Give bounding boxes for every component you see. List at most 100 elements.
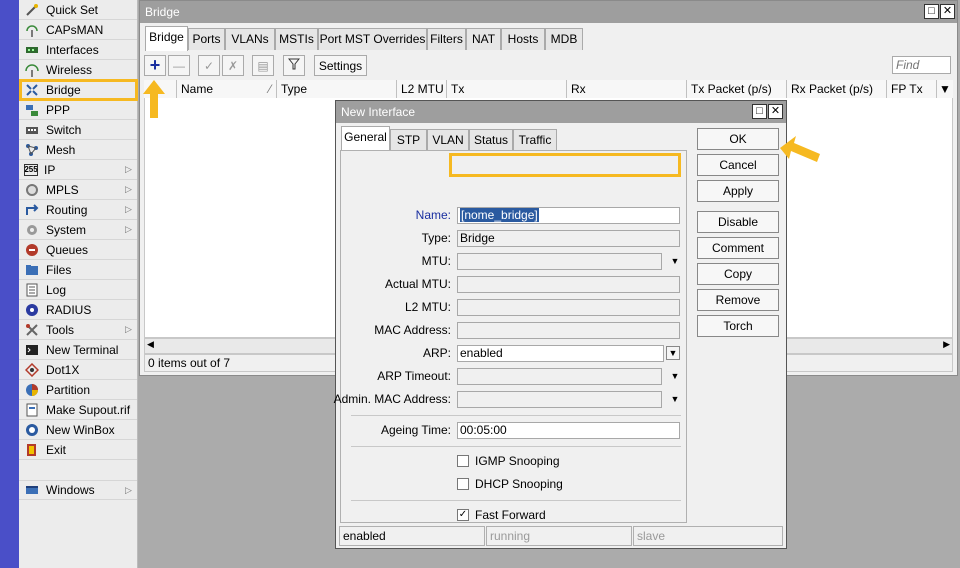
tab-status[interactable]: Status (469, 129, 513, 150)
apply-button[interactable]: Apply (697, 180, 779, 202)
add-button[interactable]: + (144, 55, 166, 76)
ok-button[interactable]: OK (697, 128, 779, 150)
arp-dropdown-icon[interactable]: ▼ (666, 346, 680, 360)
sidebar-item-mesh[interactable]: Mesh (19, 140, 137, 160)
mtu-input[interactable] (457, 253, 662, 270)
sidebar-item-radius[interactable]: RADIUS (19, 300, 137, 320)
tab-vlan[interactable]: VLAN (427, 129, 469, 150)
fast-forward-row[interactable]: ✓ Fast Forward (457, 508, 546, 522)
sidebar-item-label: PPP (46, 102, 71, 117)
column-type[interactable]: Type (277, 80, 397, 98)
close-button[interactable]: ✕ (940, 4, 955, 19)
sidebar-item-partition[interactable]: Partition (19, 380, 137, 400)
tab-general[interactable]: General (341, 126, 390, 150)
cancel-button[interactable]: Cancel (697, 154, 779, 176)
torch-button[interactable]: Torch (697, 315, 779, 337)
minus-icon: — (173, 58, 185, 73)
sidebar-item-files[interactable]: Files (19, 260, 137, 280)
remove-button[interactable]: — (168, 55, 190, 76)
separator (351, 500, 681, 501)
ageing-time-input[interactable]: 00:05:00 (457, 422, 680, 439)
maximize-button[interactable]: □ (924, 4, 939, 19)
comment-button[interactable]: Comment (697, 237, 779, 259)
sidebar-item-interfaces[interactable]: Interfaces (19, 40, 137, 60)
arp-select[interactable]: enabled (457, 345, 664, 362)
fast-forward-checkbox[interactable]: ✓ (457, 509, 469, 521)
sidebar-item-ppp[interactable]: PPP (19, 100, 137, 120)
tab-bridge[interactable]: Bridge (145, 26, 188, 51)
disable-button[interactable]: Disable (697, 211, 779, 233)
sidebar-item-windows[interactable]: Windows ▷ (19, 480, 137, 500)
column-l2-mtu[interactable]: L2 MTU (397, 80, 447, 98)
dhcp-snooping-checkbox[interactable] (457, 478, 469, 490)
sidebar-item-switch[interactable]: Switch (19, 120, 137, 140)
sidebar-item-tools[interactable]: Tools ▷ (19, 320, 137, 340)
find-input[interactable] (892, 56, 951, 74)
sidebar-item-bridge[interactable]: Bridge (19, 80, 137, 100)
sidebar-item-exit[interactable]: Exit (19, 440, 137, 460)
column-rx-packet[interactable]: Rx Packet (p/s) (787, 80, 887, 98)
filter-button[interactable] (283, 55, 305, 76)
copy-button[interactable]: Copy (697, 263, 779, 285)
name-input[interactable]: [nome_bridge] (457, 207, 680, 224)
submenu-arrow-icon: ▷ (125, 324, 132, 334)
dialog-maximize-button[interactable]: □ (752, 104, 767, 119)
sidebar-item-wireless[interactable]: Wireless (19, 60, 137, 80)
igmp-snooping-checkbox[interactable] (457, 455, 469, 467)
supout-icon (24, 402, 40, 418)
sidebar-item-quick-set[interactable]: Quick Set (19, 0, 137, 20)
status-running: running (486, 526, 632, 546)
tab-hosts[interactable]: Hosts (501, 28, 545, 50)
tab-traffic[interactable]: Traffic (513, 129, 557, 150)
dialog-close-button[interactable]: ✕ (768, 104, 783, 119)
tab-vlans[interactable]: VLANs (225, 28, 275, 50)
column-name[interactable]: Name ⁄ (177, 80, 277, 98)
sidebar-item-new-winbox[interactable]: New WinBox (19, 420, 137, 440)
tools-icon (24, 322, 40, 338)
admin-mac-input[interactable] (457, 391, 662, 408)
mac-address-label: MAC Address: (374, 323, 451, 337)
column-tx-packet[interactable]: Tx Packet (p/s) (687, 80, 787, 98)
tab-mstis[interactable]: MSTIs (275, 28, 318, 50)
scroll-right-icon[interactable]: ▶ (943, 339, 950, 350)
sidebar-item-system[interactable]: System ▷ (19, 220, 137, 240)
igmp-snooping-label: IGMP Snooping (475, 454, 560, 468)
tab-port-mst-overrides[interactable]: Port MST Overrides (318, 28, 427, 50)
tab-ports[interactable]: Ports (188, 28, 225, 50)
enable-button[interactable]: ✓ (198, 55, 220, 76)
arp-timeout-dropdown-icon[interactable]: ▼ (668, 369, 682, 383)
settings-button[interactable]: Settings (314, 55, 367, 76)
disable-button[interactable]: ✗ (222, 55, 244, 76)
comment-button[interactable]: ▤ (252, 55, 274, 76)
arp-timeout-input[interactable] (457, 368, 662, 385)
sidebar-item-make-supout[interactable]: Make Supout.rif (19, 400, 137, 420)
sidebar-item-capsman[interactable]: CAPsMAN (19, 20, 137, 40)
submenu-arrow-icon: ▷ (125, 224, 132, 234)
remove-button[interactable]: Remove (697, 289, 779, 311)
bridge-icon (24, 82, 40, 98)
sidebar-item-queues[interactable]: Queues (19, 240, 137, 260)
sidebar-item-dot1x[interactable]: Dot1X (19, 360, 137, 380)
tab-nat[interactable]: NAT (466, 28, 501, 50)
column-rx[interactable]: Rx (567, 80, 687, 98)
sort-icon: ⁄ (268, 82, 271, 96)
sidebar-item-log[interactable]: Log (19, 280, 137, 300)
sidebar-item-label: New Terminal (46, 342, 119, 357)
sidebar-item-mpls[interactable]: MPLS ▷ (19, 180, 137, 200)
sidebar-item-ip[interactable]: 255 IP ▷ (19, 160, 137, 180)
tab-mdb[interactable]: MDB (545, 28, 583, 50)
tab-filters[interactable]: Filters (427, 28, 466, 50)
status-slave: slave (633, 526, 783, 546)
sidebar-item-new-terminal[interactable]: New Terminal (19, 340, 137, 360)
column-chooser-button[interactable]: ▼ (937, 80, 953, 98)
igmp-snooping-row[interactable]: IGMP Snooping (457, 454, 560, 468)
dhcp-snooping-row[interactable]: DHCP Snooping (457, 477, 563, 491)
tab-stp[interactable]: STP (390, 129, 427, 150)
column-fp-tx[interactable]: FP Tx (887, 80, 937, 98)
admin-mac-dropdown-icon[interactable]: ▼ (668, 392, 682, 406)
column-tx[interactable]: Tx (447, 80, 567, 98)
scroll-left-icon[interactable]: ◀ (147, 339, 154, 350)
sidebar-item-routing[interactable]: Routing ▷ (19, 200, 137, 220)
mtu-dropdown-icon[interactable]: ▼ (668, 254, 682, 268)
status-enabled: enabled (339, 526, 485, 546)
